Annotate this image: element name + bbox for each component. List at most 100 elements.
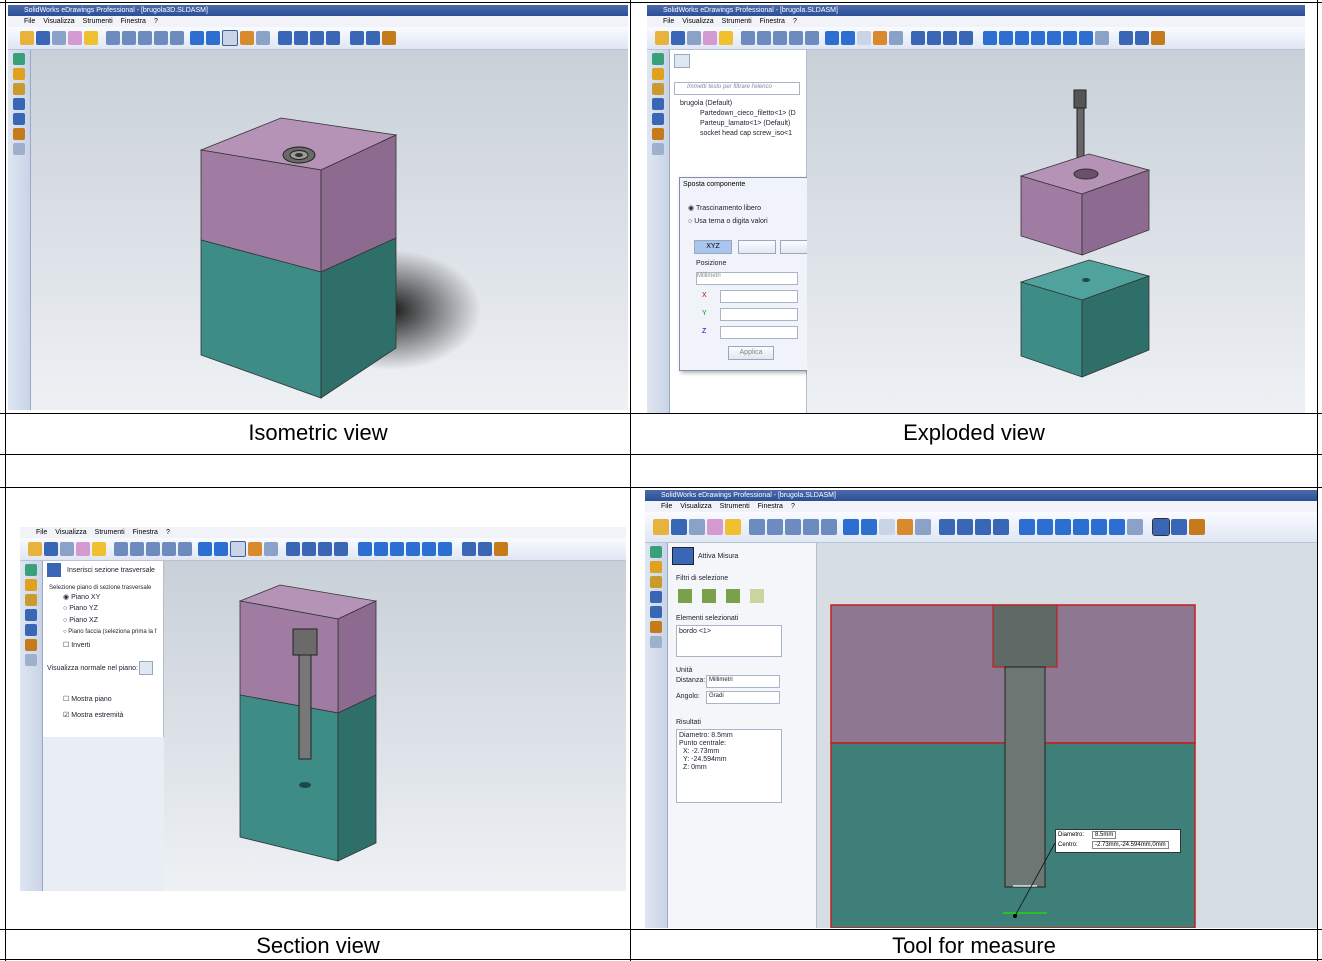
publish-icon[interactable] (707, 519, 723, 535)
zoom-icon[interactable] (146, 542, 160, 556)
shaded-icon[interactable] (825, 31, 839, 45)
sheets-icon[interactable] (366, 31, 380, 45)
select-icon[interactable] (222, 30, 238, 46)
select-icon[interactable] (879, 519, 895, 535)
markup-icon[interactable] (25, 594, 37, 606)
config-icon[interactable] (13, 113, 25, 125)
pan-icon[interactable] (170, 31, 184, 45)
results-box[interactable]: Diametro: 8.5mm Punto centrale: X: -2.73… (676, 729, 782, 803)
menu-window[interactable]: Finestra (121, 18, 146, 25)
markup-icon[interactable] (652, 83, 664, 95)
pan-icon[interactable] (805, 31, 819, 45)
play-icon[interactable] (993, 519, 1009, 535)
open-icon[interactable] (653, 519, 669, 535)
radio-plane-xz[interactable]: ○ Piano XZ (63, 617, 98, 624)
stop-icon[interactable] (927, 31, 941, 45)
view-iso-icon[interactable] (438, 542, 452, 556)
publish-icon[interactable] (703, 31, 717, 45)
view-left-icon[interactable] (1015, 31, 1029, 45)
tree-root[interactable]: brugola (Default) (680, 100, 732, 107)
menu-file[interactable]: File (661, 503, 672, 510)
zoom-icon[interactable] (773, 31, 787, 45)
radio-free-drag[interactable]: ◉ Trascinamento libero (688, 204, 761, 212)
tree-icon[interactable] (650, 546, 662, 558)
stamp-tab-icon[interactable] (650, 621, 662, 633)
menu-help[interactable]: ? (793, 18, 797, 25)
z-field[interactable] (720, 326, 798, 339)
select-icon[interactable] (230, 541, 246, 557)
xyz-button[interactable]: XYZ (694, 240, 732, 254)
view-back-icon[interactable] (374, 542, 388, 556)
section-icon[interactable] (915, 519, 931, 535)
3d-viewport[interactable] (164, 561, 626, 891)
selected-item[interactable]: bordo <1> (679, 628, 711, 635)
measure-tab-icon[interactable] (25, 609, 37, 621)
print-icon[interactable] (60, 542, 74, 556)
3d-viewport[interactable]: Diametro: 8.5mm Centro: -2.73mm,-24.594m… (817, 543, 1317, 928)
zoom-area-icon[interactable] (767, 519, 783, 535)
show-plane-checkbox[interactable]: ☐ Mostra piano (63, 695, 112, 703)
3d-viewport[interactable] (807, 50, 1305, 413)
stamp-tab-icon[interactable] (13, 128, 25, 140)
distance-select[interactable]: Millimetri (706, 675, 780, 688)
tree-icon[interactable] (13, 53, 25, 65)
stamp-tab-icon[interactable] (652, 128, 664, 140)
next-frame-icon[interactable] (975, 519, 991, 535)
stamp-icon[interactable] (382, 31, 396, 45)
filter-edge-icon[interactable] (702, 589, 716, 603)
print-icon[interactable] (52, 31, 66, 45)
menu-window[interactable]: Finestra (760, 18, 785, 25)
measure-tab-icon[interactable] (650, 591, 662, 603)
collapse-icon[interactable] (650, 636, 662, 648)
apply-button[interactable]: Applica (728, 346, 774, 360)
shaded-icon[interactable] (843, 519, 859, 535)
perspective-icon[interactable] (214, 542, 228, 556)
view-right-icon[interactable] (1073, 519, 1089, 535)
help-icon[interactable] (84, 31, 98, 45)
angle-select[interactable]: Gradi (706, 691, 780, 704)
next-frame-icon[interactable] (318, 542, 332, 556)
measure-icon[interactable] (1152, 518, 1170, 536)
show-ends-checkbox[interactable]: ☑ Mostra estremità (63, 711, 123, 719)
print-icon[interactable] (689, 519, 705, 535)
selected-list[interactable]: bordo <1> (676, 625, 782, 657)
next-frame-icon[interactable] (310, 31, 324, 45)
filter-input[interactable]: Immetti testo per filtrare l'elenco (674, 82, 800, 95)
stop-icon[interactable] (302, 542, 316, 556)
menu-file[interactable]: File (24, 18, 35, 25)
menu-tools[interactable]: Strumenti (722, 18, 752, 25)
help-icon[interactable] (725, 519, 741, 535)
rotate-button[interactable] (780, 240, 808, 254)
markup-icon[interactable] (13, 83, 25, 95)
menu-view[interactable]: Visualizza (680, 503, 711, 510)
stop-icon[interactable] (294, 31, 308, 45)
view-right-icon[interactable] (1031, 31, 1045, 45)
config-icon[interactable] (25, 624, 37, 636)
view-iso-icon[interactable] (1079, 31, 1093, 45)
config-icon[interactable] (650, 606, 662, 618)
stop-icon[interactable] (957, 519, 973, 535)
tree-item[interactable]: socket head cap screw_iso<1 (700, 130, 792, 137)
sheets-icon[interactable] (1135, 31, 1149, 45)
first-frame-icon[interactable] (911, 31, 925, 45)
rotate-icon[interactable] (162, 542, 176, 556)
stamp-icon[interactable] (1151, 31, 1165, 45)
section-tool-icon[interactable] (47, 563, 61, 577)
zoom-fit-icon[interactable] (106, 31, 120, 45)
view-bottom-icon[interactable] (1063, 31, 1077, 45)
view-front-icon[interactable] (983, 31, 997, 45)
view-left-icon[interactable] (390, 542, 404, 556)
publish-icon[interactable] (76, 542, 90, 556)
save-icon[interactable] (671, 31, 685, 45)
menu-help[interactable]: ? (166, 529, 170, 536)
tree-item[interactable]: Parteup_lamato<1> (Default) (700, 120, 790, 127)
section-icon[interactable] (256, 31, 270, 45)
collapse-icon[interactable] (652, 143, 664, 155)
rotate-icon[interactable] (803, 519, 819, 535)
invert-checkbox[interactable]: ☐ Inverti (63, 641, 90, 649)
menu-window[interactable]: Finestra (758, 503, 783, 510)
select-icon[interactable] (857, 31, 871, 45)
perspective-icon[interactable] (861, 519, 877, 535)
filter-body-icon[interactable] (750, 589, 764, 603)
sheets-tab-icon[interactable] (652, 68, 664, 80)
